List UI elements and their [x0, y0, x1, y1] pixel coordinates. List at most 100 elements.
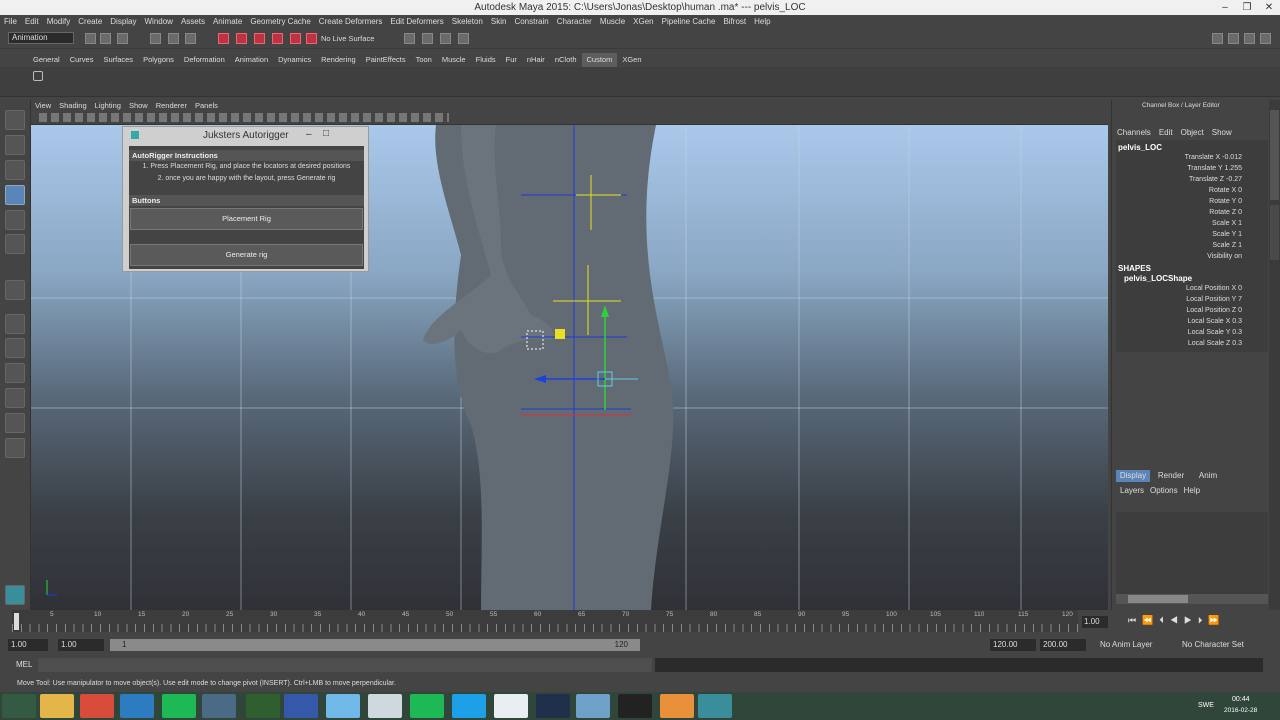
options-menu[interactable]: Options — [1150, 486, 1178, 495]
range-slider[interactable]: 1 120 — [110, 639, 640, 651]
menu-help[interactable]: Help — [750, 15, 774, 29]
scale-tool-icon[interactable] — [5, 234, 25, 254]
open-scene-icon[interactable] — [100, 33, 111, 44]
channel-row[interactable]: Translate X -0.012 — [1185, 154, 1242, 161]
menu-file[interactable]: File — [0, 15, 21, 29]
shelf-tab-ncloth[interactable]: nCloth — [550, 53, 582, 67]
layer-tab-display[interactable]: Display — [1116, 470, 1150, 482]
maximize-icon[interactable]: □ — [323, 128, 329, 139]
shelf-tab-general[interactable]: General — [28, 53, 65, 67]
menu-xgen[interactable]: XGen — [629, 15, 657, 29]
menu-create-deformers[interactable]: Create Deformers — [315, 15, 387, 29]
render-current-icon[interactable] — [422, 33, 433, 44]
edit-menu[interactable]: Edit — [1159, 128, 1173, 137]
side-tab-attribute-editor[interactable] — [1270, 205, 1279, 260]
history-icon[interactable] — [306, 33, 317, 44]
layer-scrollbar[interactable] — [1116, 594, 1268, 604]
render-settings-icon[interactable] — [458, 33, 469, 44]
side-tab-channel-box[interactable] — [1270, 110, 1279, 200]
animation-start-field[interactable]: 1.00 — [8, 639, 48, 651]
shelf-tab-surfaces[interactable]: Surfaces — [98, 53, 138, 67]
buttons-header[interactable]: Buttons — [129, 195, 364, 206]
render-view-icon[interactable] — [404, 33, 415, 44]
autorigger-title-bar[interactable]: Juksters Autorigger – □ — [123, 127, 368, 144]
app-icon[interactable] — [326, 694, 360, 718]
language-indicator[interactable]: SWE — [1198, 702, 1214, 709]
character-set-select[interactable]: No Character Set — [1182, 639, 1254, 651]
menu-skeleton[interactable]: Skeleton — [448, 15, 487, 29]
show-layer-editor-icon[interactable] — [1260, 33, 1271, 44]
show-tool-settings-icon[interactable] — [1228, 33, 1239, 44]
scrollbar-thumb[interactable] — [1128, 595, 1188, 603]
shelf-tab-xgen[interactable]: XGen — [617, 53, 646, 67]
channel-row[interactable]: Rotate X 0 — [1209, 187, 1242, 194]
obs-icon[interactable] — [618, 694, 652, 718]
snap-point-icon[interactable] — [254, 33, 265, 44]
rotate-tool-icon[interactable] — [5, 210, 25, 230]
channels-menu[interactable]: Channels — [1117, 128, 1151, 137]
select-hierarchy-icon[interactable] — [150, 33, 161, 44]
next-key-icon[interactable]: ⏵ — [1198, 615, 1209, 625]
persp-graph-layout-icon[interactable] — [5, 388, 25, 408]
make-live-icon[interactable] — [290, 33, 301, 44]
viewport-menu-lighting[interactable]: Lighting — [91, 100, 125, 111]
menu-window[interactable]: Window — [141, 15, 177, 29]
show-channel-box-icon[interactable] — [1244, 33, 1255, 44]
app-icon[interactable] — [576, 694, 610, 718]
shelf-tab-animation[interactable]: Animation — [230, 53, 273, 67]
show-attribute-editor-icon[interactable] — [1212, 33, 1223, 44]
menu-geometry-cache[interactable]: Geometry Cache — [246, 15, 314, 29]
maya-icon[interactable] — [698, 694, 732, 718]
select-object-icon[interactable] — [168, 33, 179, 44]
step-back-icon[interactable]: ⏪ — [1142, 615, 1159, 625]
single-perspective-layout-icon[interactable] — [5, 314, 25, 334]
shape-channel-row[interactable]: Local Position Y 7 — [1186, 296, 1242, 303]
channel-row[interactable]: Visibility on — [1207, 253, 1242, 260]
shelf-tab-fur[interactable]: Fur — [501, 53, 522, 67]
file-explorer-icon[interactable] — [40, 694, 74, 718]
channel-row[interactable]: Translate Z -0.27 — [1189, 176, 1242, 183]
layers-menu[interactable]: Layers — [1120, 486, 1144, 495]
app-icon[interactable] — [202, 694, 236, 718]
anim-layer-select[interactable]: No Anim Layer — [1100, 639, 1178, 651]
shape-channel-row[interactable]: Local Scale Z 0.3 — [1188, 340, 1242, 347]
layer-tab-anim[interactable]: Anim — [1191, 470, 1225, 482]
document-icon[interactable] — [494, 694, 528, 718]
paint-select-tool-icon[interactable] — [5, 160, 25, 180]
shelf-tab-fluids[interactable]: Fluids — [471, 53, 501, 67]
lasso-tool-icon[interactable] — [5, 135, 25, 155]
minimize-icon[interactable]: – — [1214, 0, 1236, 15]
placement-rig-button[interactable]: Placement Rig — [130, 208, 363, 230]
menu-assets[interactable]: Assets — [177, 15, 209, 29]
play-forward-icon[interactable]: ▶ — [1184, 615, 1198, 625]
chrome-icon[interactable] — [80, 694, 114, 718]
script-icon[interactable] — [33, 71, 43, 81]
channel-row[interactable]: Scale Y 1 — [1212, 231, 1242, 238]
shelf-tab-curves[interactable]: Curves — [65, 53, 99, 67]
layer-tab-render[interactable]: Render — [1154, 470, 1188, 482]
animation-end-field[interactable]: 200.00 — [1040, 639, 1086, 651]
object-name[interactable]: pelvis_LOC — [1118, 143, 1162, 152]
mel-label[interactable]: MEL — [16, 660, 32, 669]
persp-graph-outliner-layout-icon[interactable] — [5, 438, 25, 458]
shape-channel-row[interactable]: Local Position Z 0 — [1186, 307, 1242, 314]
menu-animate[interactable]: Animate — [209, 15, 246, 29]
start-icon[interactable] — [2, 694, 36, 718]
menu-display[interactable]: Display — [106, 15, 140, 29]
snap-view-icon[interactable] — [272, 33, 283, 44]
menu-modify[interactable]: Modify — [43, 15, 75, 29]
help-menu[interactable]: Help — [1184, 486, 1200, 495]
channel-row[interactable]: Translate Y 1.255 — [1187, 165, 1242, 172]
instructions-header[interactable]: AutoRigger Instructions — [129, 150, 364, 161]
menu-skin[interactable]: Skin — [487, 15, 511, 29]
shelf-tab-dynamics[interactable]: Dynamics — [273, 53, 316, 67]
object-menu[interactable]: Object — [1181, 128, 1204, 137]
prev-key-icon[interactable]: ⏴ — [1159, 615, 1170, 625]
channel-row[interactable]: Rotate Y 0 — [1209, 198, 1242, 205]
channel-row[interactable]: Rotate Z 0 — [1209, 209, 1242, 216]
maximize-icon[interactable]: ❐ — [1236, 0, 1258, 15]
last-tool-icon[interactable] — [5, 280, 25, 300]
step-forward-icon[interactable]: ⏩ — [1208, 615, 1225, 625]
menu-edit-deformers[interactable]: Edit Deformers — [386, 15, 447, 29]
menu-bifrost[interactable]: Bifrost — [719, 15, 750, 29]
